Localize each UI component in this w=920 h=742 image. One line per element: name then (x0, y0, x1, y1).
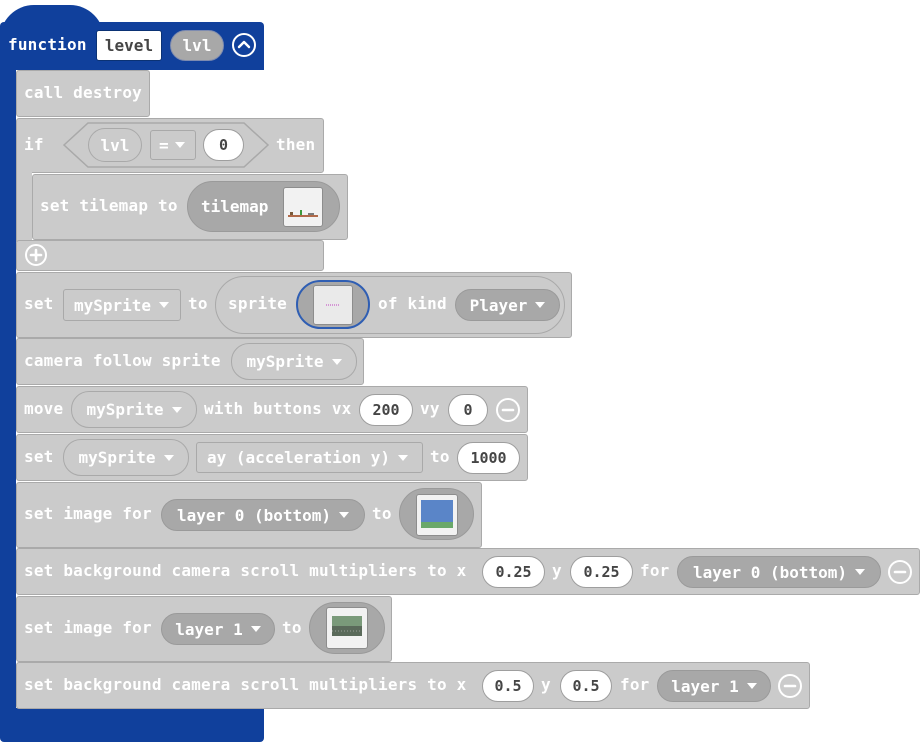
vy-value: 0 (463, 401, 473, 419)
scroll-1-y-value: 0.5 (572, 677, 600, 695)
function-param-label: lvl (182, 36, 212, 55)
chevron-down-icon (398, 454, 409, 461)
vy-input[interactable]: 0 (448, 394, 488, 426)
set-accel-to-label: to (430, 447, 450, 466)
layer-1-label: layer 1 (175, 619, 243, 639)
add-else-icon[interactable] (25, 244, 47, 266)
camera-follow-label: camera follow sprite (24, 351, 221, 370)
set-image-1-to-label: to (282, 618, 302, 637)
sprite-label: sprite (228, 294, 287, 313)
collapse-icon[interactable] (232, 33, 256, 57)
scroll-0-x-input[interactable]: 0.25 (482, 556, 545, 588)
scroll-1-for-label: for (620, 675, 650, 694)
set-sprite-set-label: set (24, 294, 54, 313)
scroll-0-layer-label: layer 0 (bottom) (692, 562, 848, 582)
scroll-1-label: set background camera scroll multipliers… (24, 675, 467, 694)
chevron-down-icon (171, 406, 182, 413)
chevron-down-icon (174, 142, 185, 148)
scroll-0-for-label: for (640, 561, 670, 580)
set-image-0-label: set image for (24, 504, 152, 523)
tilemap-thumbnail[interactable] (283, 187, 323, 227)
remove-input-icon[interactable] (888, 560, 912, 584)
chevron-down-icon (339, 512, 350, 518)
function-name-field[interactable]: level (96, 30, 162, 61)
scroll-0-layer-dropdown[interactable]: layer 0 (bottom) (677, 556, 881, 588)
with-buttons-label: with buttons vx (204, 399, 352, 418)
if-value-input[interactable]: 0 (203, 129, 244, 161)
set-tilemap-label: set tilemap to (40, 196, 178, 215)
function-bottom-arm (0, 708, 264, 742)
set-accel-set-label: set (24, 447, 54, 466)
set-sprite-to-label: to (188, 294, 208, 313)
set-sprite-variable-label: mySprite (74, 295, 152, 315)
function-param[interactable]: lvl (170, 30, 224, 61)
set-sprite-variable-dropdown[interactable]: mySprite (63, 289, 181, 321)
if-block-spine (16, 170, 32, 242)
if-value-text: 0 (218, 136, 229, 154)
scroll-0-y-input[interactable]: 0.25 (570, 556, 633, 588)
accel-value-input[interactable]: 1000 (457, 442, 520, 474)
if-var-pill[interactable]: lvl (88, 128, 142, 162)
function-name-text: level (104, 36, 154, 55)
of-kind-label: of kind (378, 294, 447, 313)
vy-label: vy (420, 399, 440, 418)
chevron-down-icon (746, 683, 757, 689)
vx-input[interactable]: 200 (359, 394, 413, 426)
scroll-0-x-value: 0.25 (495, 563, 532, 581)
camera-follow-sprite-label: mySprite (246, 352, 324, 371)
scroll-1-x-input[interactable]: 0.5 (482, 670, 534, 702)
if-block-bottom[interactable] (16, 240, 324, 271)
sprite-thumbnail[interactable] (313, 285, 353, 325)
scroll-0-y-label: y (552, 561, 562, 580)
scroll-0-label: set background camera scroll multipliers… (24, 561, 467, 580)
chevron-down-icon (250, 626, 261, 632)
call-destroy-label: call destroy (24, 83, 142, 102)
tilemap-label: tilemap (201, 197, 269, 216)
scroll-1-layer-dropdown[interactable]: layer 1 (657, 670, 771, 702)
operator-dropdown[interactable]: = (150, 130, 196, 160)
then-label: then (276, 135, 316, 154)
remove-input-icon[interactable] (496, 398, 520, 422)
move-sprite-pill[interactable]: mySprite (71, 391, 197, 428)
layer-0-dropdown[interactable]: layer 0 (bottom) (161, 499, 365, 531)
chevron-down-icon (855, 569, 866, 575)
operator-label: = (159, 135, 169, 155)
scroll-1-x-value: 0.5 (494, 677, 522, 695)
scroll-1-layer-label: layer 1 (671, 676, 739, 696)
set-accel-sprite-label: mySprite (78, 448, 156, 467)
camera-follow-sprite-pill[interactable]: mySprite (231, 343, 357, 380)
property-label: ay (acceleration y) (207, 448, 391, 467)
scroll-0-y-value: 0.25 (583, 563, 620, 581)
scroll-1-y-input[interactable]: 0.5 (560, 670, 612, 702)
remove-input-icon[interactable] (778, 674, 802, 698)
kind-label: Player (469, 295, 528, 315)
set-image-0-to-label: to (372, 504, 392, 523)
chevron-down-icon (331, 358, 342, 365)
function-keyword: function (8, 35, 87, 54)
scroll-1-y-label: y (541, 675, 551, 694)
if-label: if (24, 135, 44, 154)
chevron-down-icon (535, 302, 546, 308)
function-hat-cap (0, 5, 104, 39)
vx-value: 200 (372, 401, 400, 419)
property-dropdown[interactable]: ay (acceleration y) (196, 442, 423, 473)
background-0-thumbnail[interactable] (416, 494, 458, 536)
set-image-1-label: set image for (24, 618, 152, 637)
move-sprite-label: mySprite (86, 400, 164, 419)
layer-0-label: layer 0 (bottom) (176, 505, 332, 525)
set-accel-sprite-pill[interactable]: mySprite (63, 439, 189, 476)
chevron-down-icon (159, 302, 170, 308)
if-var-label: lvl (100, 135, 130, 155)
function-body-spine (0, 60, 16, 732)
layer-1-dropdown[interactable]: layer 1 (161, 613, 275, 645)
chevron-down-icon (163, 454, 174, 461)
move-label: move (24, 399, 64, 418)
kind-dropdown[interactable]: Player (455, 289, 560, 321)
background-1-thumbnail[interactable] (326, 607, 368, 649)
accel-value-text: 1000 (470, 449, 507, 467)
